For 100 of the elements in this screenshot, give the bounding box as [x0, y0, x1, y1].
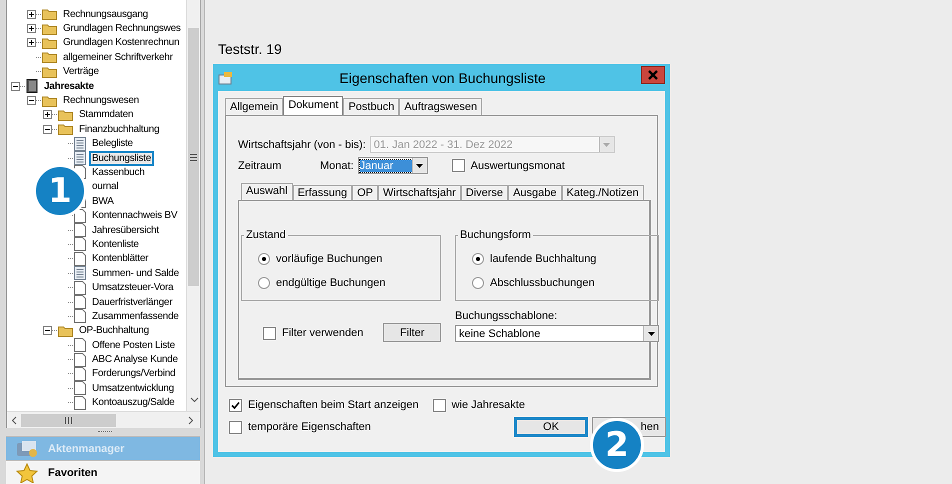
vertical-scrollbar[interactable] [186, 0, 200, 412]
tab[interactable]: Diverse [460, 185, 508, 200]
tree-item[interactable]: Offene Posten Liste [89, 338, 178, 353]
dropdown-arrow-icon[interactable] [416, 164, 424, 168]
tree-item[interactable]: Grundlagen Rechnungswes [60, 21, 184, 36]
tree-item[interactable]: Rechnungsausgang [60, 6, 151, 22]
checkbox[interactable] [432, 398, 446, 412]
tree-item[interactable]: Kontenblätter [89, 251, 152, 266]
template-dropdown[interactable]: keine Schablone [455, 325, 659, 342]
tree-item[interactable]: Grundlagen Kostenrechnun [60, 35, 182, 50]
tab[interactable]: OP [352, 185, 378, 200]
expand-icon[interactable] [27, 24, 36, 34]
tree-item[interactable]: Kontoauszug/Salde [89, 395, 178, 410]
nav-button[interactable]: Favoriten [6, 460, 200, 484]
binder-icon [26, 79, 38, 94]
tree-item[interactable]: Verträge [60, 64, 102, 80]
folder-icon [58, 108, 73, 121]
collapse-icon[interactable] [43, 124, 52, 134]
collapse-icon[interactable] [27, 96, 36, 106]
expand-icon[interactable] [27, 10, 36, 19]
address-line: Teststr. 19 [218, 42, 283, 56]
tree-item[interactable]: Zusammenfassende [89, 308, 182, 324]
folder-icon [58, 123, 73, 136]
tree-item[interactable]: Kontennachweis BV [89, 208, 180, 224]
dialog-title: Eigenschaften von Buchungsliste [338, 70, 547, 86]
collapse-icon[interactable] [11, 82, 20, 91]
document-icon [74, 237, 86, 252]
checkbox[interactable] [229, 420, 242, 434]
tree-item[interactable]: BWA [89, 194, 117, 209]
field-label: Wirtschaftsjahr (von - bis): [238, 138, 366, 150]
group-title: Zustand [245, 229, 287, 241]
horizontal-scrollbar[interactable] [7, 411, 200, 428]
filter-button[interactable]: Filter [383, 323, 441, 342]
expand-icon[interactable] [43, 110, 52, 120]
tree-item[interactable]: Forderungs/Verbind [89, 366, 178, 382]
document-icon [74, 208, 86, 223]
group-title: Buchungsform [459, 229, 532, 241]
radio-button[interactable] [472, 277, 484, 289]
tree-item[interactable]: Buchungsliste [89, 150, 154, 166]
scroll-right-icon[interactable] [188, 416, 194, 425]
star-icon [16, 462, 38, 483]
document-icon [74, 366, 86, 381]
radio-label: vorläufige Buchungen [276, 253, 382, 265]
dialog-button[interactable]: OK [514, 417, 588, 437]
tree-item[interactable]: ournal [89, 179, 122, 194]
radio-button[interactable] [472, 253, 484, 265]
tab[interactable]: Dokument [283, 96, 344, 115]
tab[interactable]: Auftragswesen [399, 98, 482, 115]
tree-item[interactable]: Kassenbuch [89, 165, 148, 180]
list-document-icon [74, 136, 86, 151]
scroll-down-icon[interactable] [190, 397, 199, 404]
tab[interactable]: Kateg./Notizen [562, 185, 644, 200]
checkbox-label: Filter verwenden [282, 327, 364, 339]
tree-item[interactable]: Umsatzentwicklung [89, 380, 177, 396]
checkbox[interactable] [452, 159, 465, 172]
tab[interactable]: Wirtschaftsjahr [378, 185, 461, 200]
tab[interactable]: Allgemein [225, 98, 284, 115]
checkbox-label: Eigenschaften beim Start anzeigen [248, 399, 419, 411]
radio-button[interactable] [258, 277, 270, 289]
tree-item[interactable]: OP-Buchhaltung [76, 323, 152, 338]
tree-item[interactable]: Finanzbuchhaltung [76, 122, 162, 137]
radio-label: endgültige Buchungen [276, 277, 386, 289]
tree-item[interactable]: Jahresübersicht [89, 222, 162, 238]
tree-item[interactable]: Dauerfristverlänger [89, 294, 176, 310]
folder-icon [42, 8, 57, 20]
checkbox-label: temporäre Eigenschaften [248, 421, 371, 433]
tree-item[interactable]: ABC Analyse Kunde [89, 352, 181, 368]
checkbox-label: wie Jahresakte [452, 399, 525, 411]
expand-icon[interactable] [27, 38, 36, 48]
radio-button[interactable] [258, 253, 270, 265]
tree-item[interactable]: Rechnungswesen [60, 93, 142, 108]
checkbox-label: Auswertungsmonat [470, 160, 565, 172]
document-icon [74, 295, 86, 309]
tab[interactable]: Auswahl [241, 183, 293, 200]
tree-item[interactable]: Belegliste [89, 136, 136, 152]
field-label: Zeitraum [238, 160, 282, 172]
close-button[interactable] [641, 66, 665, 84]
tree-item[interactable]: Jahresakte [41, 78, 97, 94]
tree-item[interactable]: Stammdaten [76, 107, 136, 122]
folder-icon [58, 324, 73, 337]
tab[interactable]: Ausgabe [508, 185, 562, 200]
tree-item[interactable]: Summen- und Salde [89, 266, 182, 281]
tab[interactable]: Postbuch [343, 98, 400, 115]
splitter-grip[interactable] [98, 431, 112, 434]
list-document-icon [74, 151, 86, 166]
folder-icon [42, 22, 57, 35]
scrollbar-thumb[interactable] [188, 28, 199, 286]
folder-icon [42, 36, 57, 49]
dropdown-arrow-icon[interactable] [648, 332, 654, 336]
tree-item[interactable]: Umsatzsteuer-Vora [89, 280, 176, 296]
document-icon [74, 381, 86, 396]
field-label: Monat: [320, 160, 354, 172]
collapse-icon[interactable] [43, 326, 52, 336]
scrollbar-thumb[interactable] [21, 414, 116, 427]
tree-item[interactable]: allgemeiner Schriftverkehr [60, 50, 176, 65]
tab[interactable]: Erfassung [292, 185, 352, 200]
tree-item[interactable]: Kontenliste [89, 236, 142, 252]
scroll-left-icon[interactable] [11, 416, 17, 425]
checkbox[interactable] [229, 398, 242, 412]
checkbox[interactable] [263, 326, 276, 340]
